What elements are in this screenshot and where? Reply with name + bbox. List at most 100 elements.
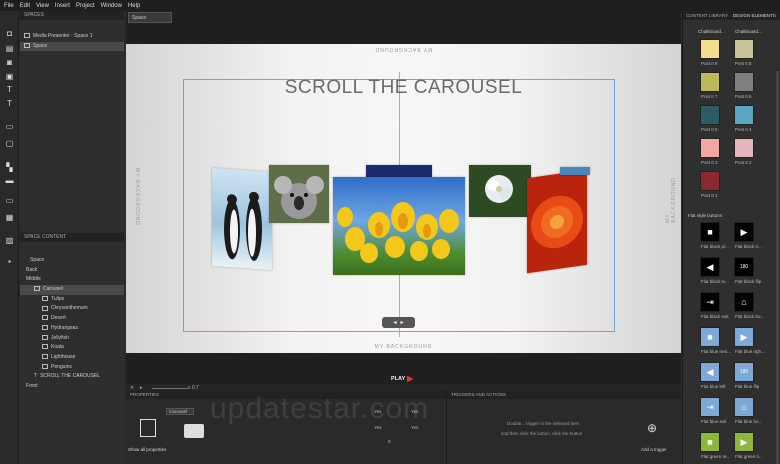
camera-icon[interactable]: ◘ [4,29,15,38]
color-swatch[interactable] [700,39,720,59]
tree-item[interactable]: Front [20,382,124,392]
menu-window[interactable]: Window [101,3,122,9]
library-group: Chalkboard... [698,29,725,34]
video-icon[interactable]: ◙ [4,58,15,67]
flat-button-thumbnail[interactable]: 180 [734,257,754,277]
color-swatch[interactable] [700,138,720,158]
tree-item[interactable]: Chrysanthemum [20,304,124,314]
chat-icon[interactable]: ▢ [4,139,15,148]
flat-button-thumbnail[interactable]: ■ [700,222,720,242]
tree-item[interactable]: Penguins [20,363,124,373]
carousel-title[interactable]: SCROLL THE CAROUSEL [126,77,681,99]
gallery-icon[interactable]: ▦ [4,213,15,222]
flat-button-thumbnail[interactable]: ⇥ [700,292,720,312]
add-trigger-button[interactable]: Add a trigger [641,447,667,452]
tree-item[interactable]: Middle [20,275,124,285]
tree-item[interactable]: Jellyfish [20,334,124,344]
color-swatch[interactable] [700,72,720,92]
flat-button-thumbnail[interactable]: ■ [700,327,720,347]
tree-item[interactable]: Lighthouse [20,353,124,363]
tree-item[interactable]: Tulips [20,295,124,305]
image-icon [42,315,48,321]
background-label-left: MY BACKGROUND [133,168,140,226]
scrollbar[interactable] [776,71,779,464]
flat-button-thumbnail[interactable]: ⌂ [734,292,754,312]
properties-list-icon[interactable] [140,419,156,437]
tree-item-selected[interactable]: Carousel [20,285,124,295]
space-content-title: SPACE CONTENT [20,233,124,242]
koala-image[interactable] [269,165,329,223]
color-swatch[interactable] [700,105,720,125]
image-icon [42,344,48,350]
image-icon[interactable]: ▣ [4,72,15,81]
property-field[interactable]: 0 [388,439,391,444]
image-icon [42,354,48,360]
menu-insert[interactable]: Insert [55,3,70,9]
flat-button-thumbnail[interactable]: 180 [734,362,754,382]
tree-item[interactable]: Desert [20,314,124,324]
arrow-left-icon[interactable]: ◂ [393,319,396,326]
arrow-right-icon[interactable]: ▸ [401,319,404,326]
watermark: updatestar.com [210,392,430,425]
flat-button-thumbnail[interactable]: ▶ [734,327,754,347]
spaces-item[interactable]: Space [20,41,124,52]
tree-item[interactable]: Back [20,266,124,276]
space-content-panel: SPACE CONTENT Space Back Middle Carousel… [20,233,124,464]
timeline-slider[interactable] [152,388,188,389]
tree-item[interactable]: T SCROLL THE CAROUSEL [20,372,124,382]
button-label: Flat black ho... [735,314,765,319]
flat-button-thumbnail[interactable]: ⌂ [734,397,754,417]
button-label: Flat blue ho... [735,419,763,424]
tab-design-elements[interactable]: DESIGN ELEMENTS [733,13,776,18]
color-swatch[interactable] [734,39,754,59]
show-all-properties-link[interactable]: Show all properties [128,447,166,452]
flat-button-thumbnail[interactable]: ◀ [700,257,720,277]
menu-edit[interactable]: Edit [20,3,30,9]
triggers-title: TRIGGERS AND ACTIONS [447,391,681,399]
button-label: Flat blue flip [735,384,760,389]
tool-strip: ◘ ▤ ◙ ▣ T T ▭ ▢ ▚ ▬ ▭ ▦ ▨ ▪ [0,11,19,464]
menu-view[interactable]: View [36,3,49,9]
color-swatch[interactable] [734,72,754,92]
flat-button-thumbnail[interactable]: ▶ [734,222,754,242]
tree-item[interactable]: Koala [20,343,124,353]
shape-icon[interactable]: ▭ [4,122,15,131]
chart-icon[interactable]: ▨ [4,236,15,245]
menu-file[interactable]: File [4,3,14,9]
add-trigger-icon[interactable]: ⊕ [647,421,657,435]
tab-content-library[interactable]: CONTENT LIBRARY [686,13,728,18]
tulips-image[interactable] [333,177,465,275]
layers-icon[interactable]: ▤ [4,44,15,53]
penguins-image[interactable] [212,167,272,271]
color-swatch[interactable] [734,138,754,158]
frame-icon[interactable]: ▬ [4,176,15,185]
text-format-icon[interactable]: T [4,99,15,108]
flat-button-thumbnail[interactable]: ▶ [734,432,754,452]
button-icon[interactable]: ▭ [4,196,15,205]
flat-button-thumbnail[interactable]: ⇥ [700,397,720,417]
flat-button-thumbnail[interactable]: ◀ [700,362,720,382]
space-tab[interactable]: Space [128,12,172,23]
background-label-right: MY BACKGROUND [664,177,677,223]
tree-item[interactable]: Hydrangeas [20,324,124,334]
color-swatch[interactable] [734,105,754,125]
menu-help[interactable]: Help [128,3,140,9]
swatch-label: Post It 5 [701,127,718,132]
flat-button-thumbnail[interactable]: ■ [700,432,720,452]
play-button[interactable]: PLAY ▶ [391,374,413,383]
carousel-nav[interactable]: ◂ ▸ [382,317,415,328]
color-swatch[interactable] [700,171,720,191]
group-icon[interactable]: ▚ [4,163,15,172]
widget-icon[interactable]: ▪ [4,257,15,266]
menu-project[interactable]: Project [76,3,95,9]
lighthouse-image[interactable] [560,167,590,175]
spaces-item[interactable]: Media Presenter - Space 1 [20,32,124,42]
tree-item[interactable]: Space [20,256,124,266]
stage[interactable]: MY BACKGROUND MY BACKGROUND MY BACKGROUN… [126,44,681,353]
hydrangeas-image[interactable] [469,165,531,217]
button-label: Flat blue left [701,384,726,389]
properties-dropdown[interactable]: Carousel [166,408,194,415]
chrysanthemum-image[interactable] [527,169,587,274]
text-icon[interactable]: T [4,85,15,94]
carousel-icon[interactable] [184,424,204,438]
